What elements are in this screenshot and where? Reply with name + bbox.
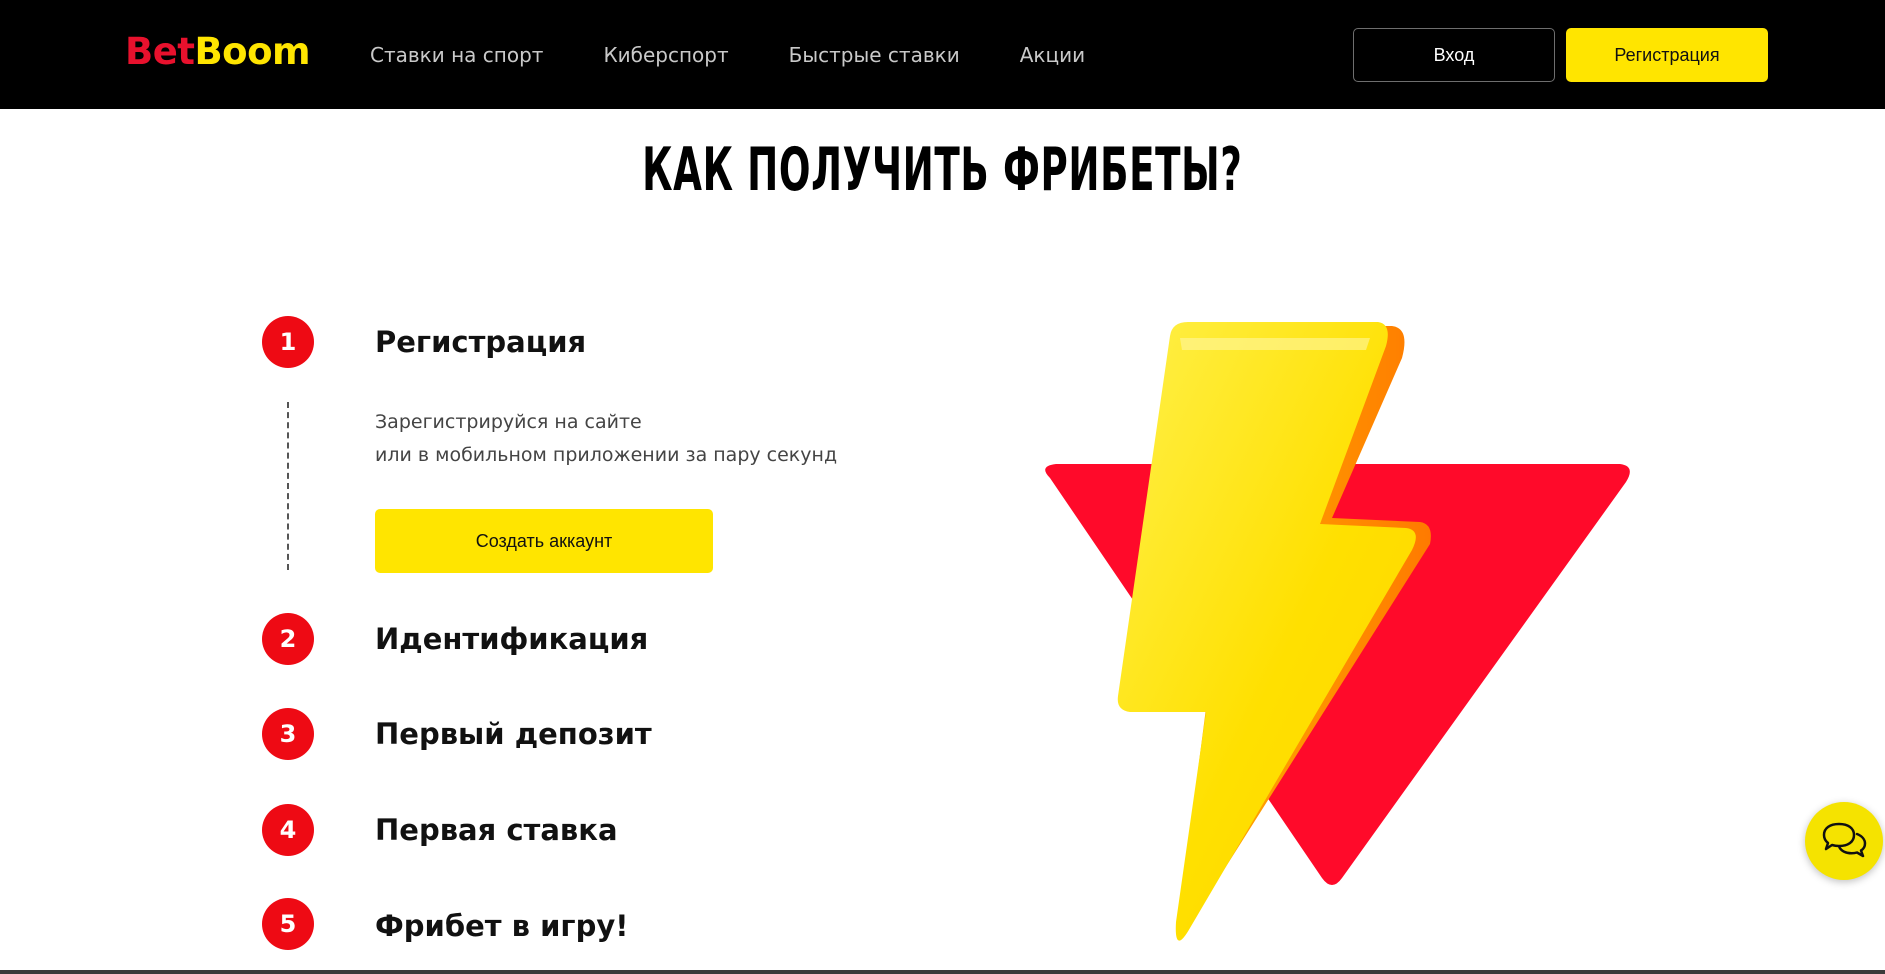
chat-bubbles-icon xyxy=(1822,822,1867,858)
logo-part-boom: Boom xyxy=(194,30,311,73)
register-button[interactable]: Регистрация xyxy=(1566,28,1768,82)
lightning-triangle-illustration xyxy=(1045,322,1630,941)
chat-button[interactable] xyxy=(1805,802,1883,880)
step-2-title: Идентификация xyxy=(375,622,649,656)
step-5-badge: 5 xyxy=(262,898,314,950)
bottom-border xyxy=(0,970,1885,974)
step-5-title: Фрибет в игру! xyxy=(375,909,629,943)
page-title: КАК ПОЛУЧИТЬ ФРИБЕТЫ? xyxy=(642,135,1243,205)
betboom-logo[interactable]: BetBoom xyxy=(125,30,311,74)
nav-item-esports[interactable]: Киберспорт xyxy=(603,42,728,68)
step-3-title: Первый депозит xyxy=(375,717,652,751)
step-4-title: Первая ставка xyxy=(375,813,618,847)
nav-item-fast-bets[interactable]: Быстрые ставки xyxy=(789,42,960,68)
step-4-badge: 4 xyxy=(262,804,314,856)
login-button[interactable]: Вход xyxy=(1353,28,1555,82)
step-2-badge: 2 xyxy=(262,613,314,665)
create-account-button[interactable]: Создать аккаунт xyxy=(375,509,713,573)
step-1-description: Зарегистрируйся на сайте или в мобильном… xyxy=(375,406,895,472)
top-header: BetBoom Ставки на спорт Киберспорт Быстр… xyxy=(0,0,1885,109)
step-1-badge: 1 xyxy=(262,316,314,368)
bolt-highlight-shape xyxy=(1180,338,1370,350)
logo-part-bet: Bet xyxy=(125,30,195,73)
nav-item-promotions[interactable]: Акции xyxy=(1020,42,1085,68)
main-nav: Ставки на спорт Киберспорт Быстрые ставк… xyxy=(370,42,1145,68)
step-1-description-line-2: или в мобильном приложении за пару секун… xyxy=(375,444,838,466)
nav-item-sports-betting[interactable]: Ставки на спорт xyxy=(370,42,543,68)
step-1-title: Регистрация xyxy=(375,325,587,359)
step-3-badge: 3 xyxy=(262,708,314,760)
step-1-description-line-1: Зарегистрируйся на сайте xyxy=(375,411,642,433)
step-connector-line xyxy=(287,402,289,570)
